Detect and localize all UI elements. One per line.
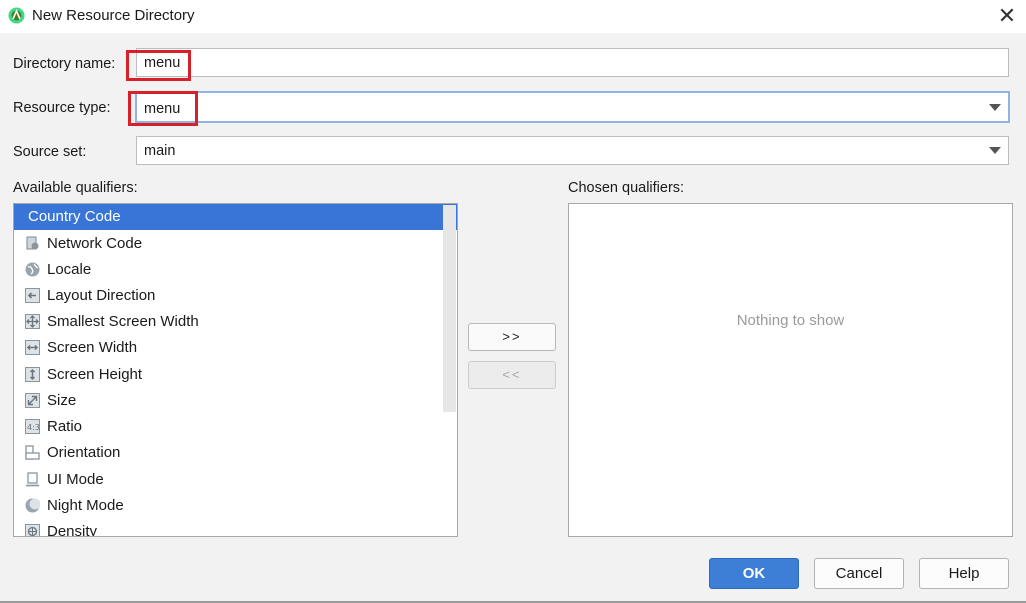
list-scrollbar-thumb[interactable] [443,205,456,412]
cancel-button[interactable]: Cancel [814,558,904,589]
directory-name-label: Directory name: [13,56,116,72]
list-item-network-code[interactable]: Network Code [14,231,457,257]
list-item-label: Screen Width [47,339,138,356]
chevron-down-icon [989,147,1001,154]
orientation-icon [25,445,40,460]
window-title: New Resource Directory [32,7,195,24]
highlight-box [128,91,198,126]
list-item-label: Orientation [47,444,121,461]
chevron-down-icon [989,104,1001,111]
horizontal-arrows-icon [25,340,40,355]
source-set-value: main [144,143,176,159]
list-item-layout-direction[interactable]: Layout Direction [14,283,457,309]
list-item-label: Locale [47,261,92,278]
ui-mode-icon [26,472,39,487]
empty-state-text: Nothing to show [736,312,845,329]
list-item-ui-mode[interactable]: UI Mode [14,467,457,493]
globe-icon [25,262,40,277]
list-item-orientation[interactable]: Orientation [14,440,457,466]
density-icon [25,524,40,536]
list-item-label: Density [47,523,98,537]
available-qualifiers-list[interactable]: Country Code Network Code Locale Layout … [13,203,458,537]
list-item-label: Network Code [47,235,143,252]
ratio-icon: 4:3 [25,419,40,434]
list-item-night-mode[interactable]: Night Mode [14,493,457,519]
chosen-qualifiers-label: Chosen qualifiers: [568,180,685,196]
move-arrows-icon [25,314,40,329]
resource-type-dropdown[interactable]: menu [135,91,1010,123]
list-item-density[interactable]: Density [14,519,457,537]
android-studio-icon [8,7,25,24]
resource-type-label: Resource type: [13,100,111,116]
list-item-label: UI Mode [47,471,104,488]
list-item-smallest-screen-width[interactable]: Smallest Screen Width [14,309,457,335]
list-item-locale[interactable]: Locale [14,257,457,283]
list-item-label: Night Mode [47,497,124,514]
list-item-label: Smallest Screen Width [47,313,199,330]
list-item-label: Layout Direction [47,287,156,304]
diagonal-resize-icon [25,393,40,408]
highlight-box [126,50,191,81]
list-item-size[interactable]: Size [14,388,457,414]
list-item-ratio[interactable]: 4:3 Ratio [14,414,457,440]
source-set-dropdown[interactable]: main [136,136,1009,165]
source-set-label: Source set: [13,144,87,160]
arrow-left-icon [25,288,40,303]
list-item-country-code[interactable]: Country Code [14,204,457,230]
chosen-qualifiers-list[interactable]: Nothing to show [568,203,1013,537]
available-qualifiers-label: Available qualifiers: [13,180,138,196]
svg-text:4:3: 4:3 [27,423,40,432]
list-item-screen-height[interactable]: Screen Height [14,362,457,388]
list-item-label: Size [47,392,77,409]
night-mode-icon [25,498,40,513]
help-button[interactable]: Help [919,558,1009,589]
list-item-screen-width[interactable]: Screen Width [14,335,457,361]
close-icon[interactable]: ✕ [994,3,1020,29]
list-item-label: Country Code [28,208,121,225]
ok-button[interactable]: OK [709,558,799,589]
vertical-arrows-icon [25,367,40,382]
add-qualifier-button[interactable]: >> [468,323,556,351]
remove-qualifier-button[interactable]: << [468,361,556,389]
directory-name-field[interactable]: menu [136,48,1009,77]
list-item-label: Ratio [47,418,83,435]
network-code-icon [26,236,39,250]
list-item-label: Screen Height [47,366,143,383]
